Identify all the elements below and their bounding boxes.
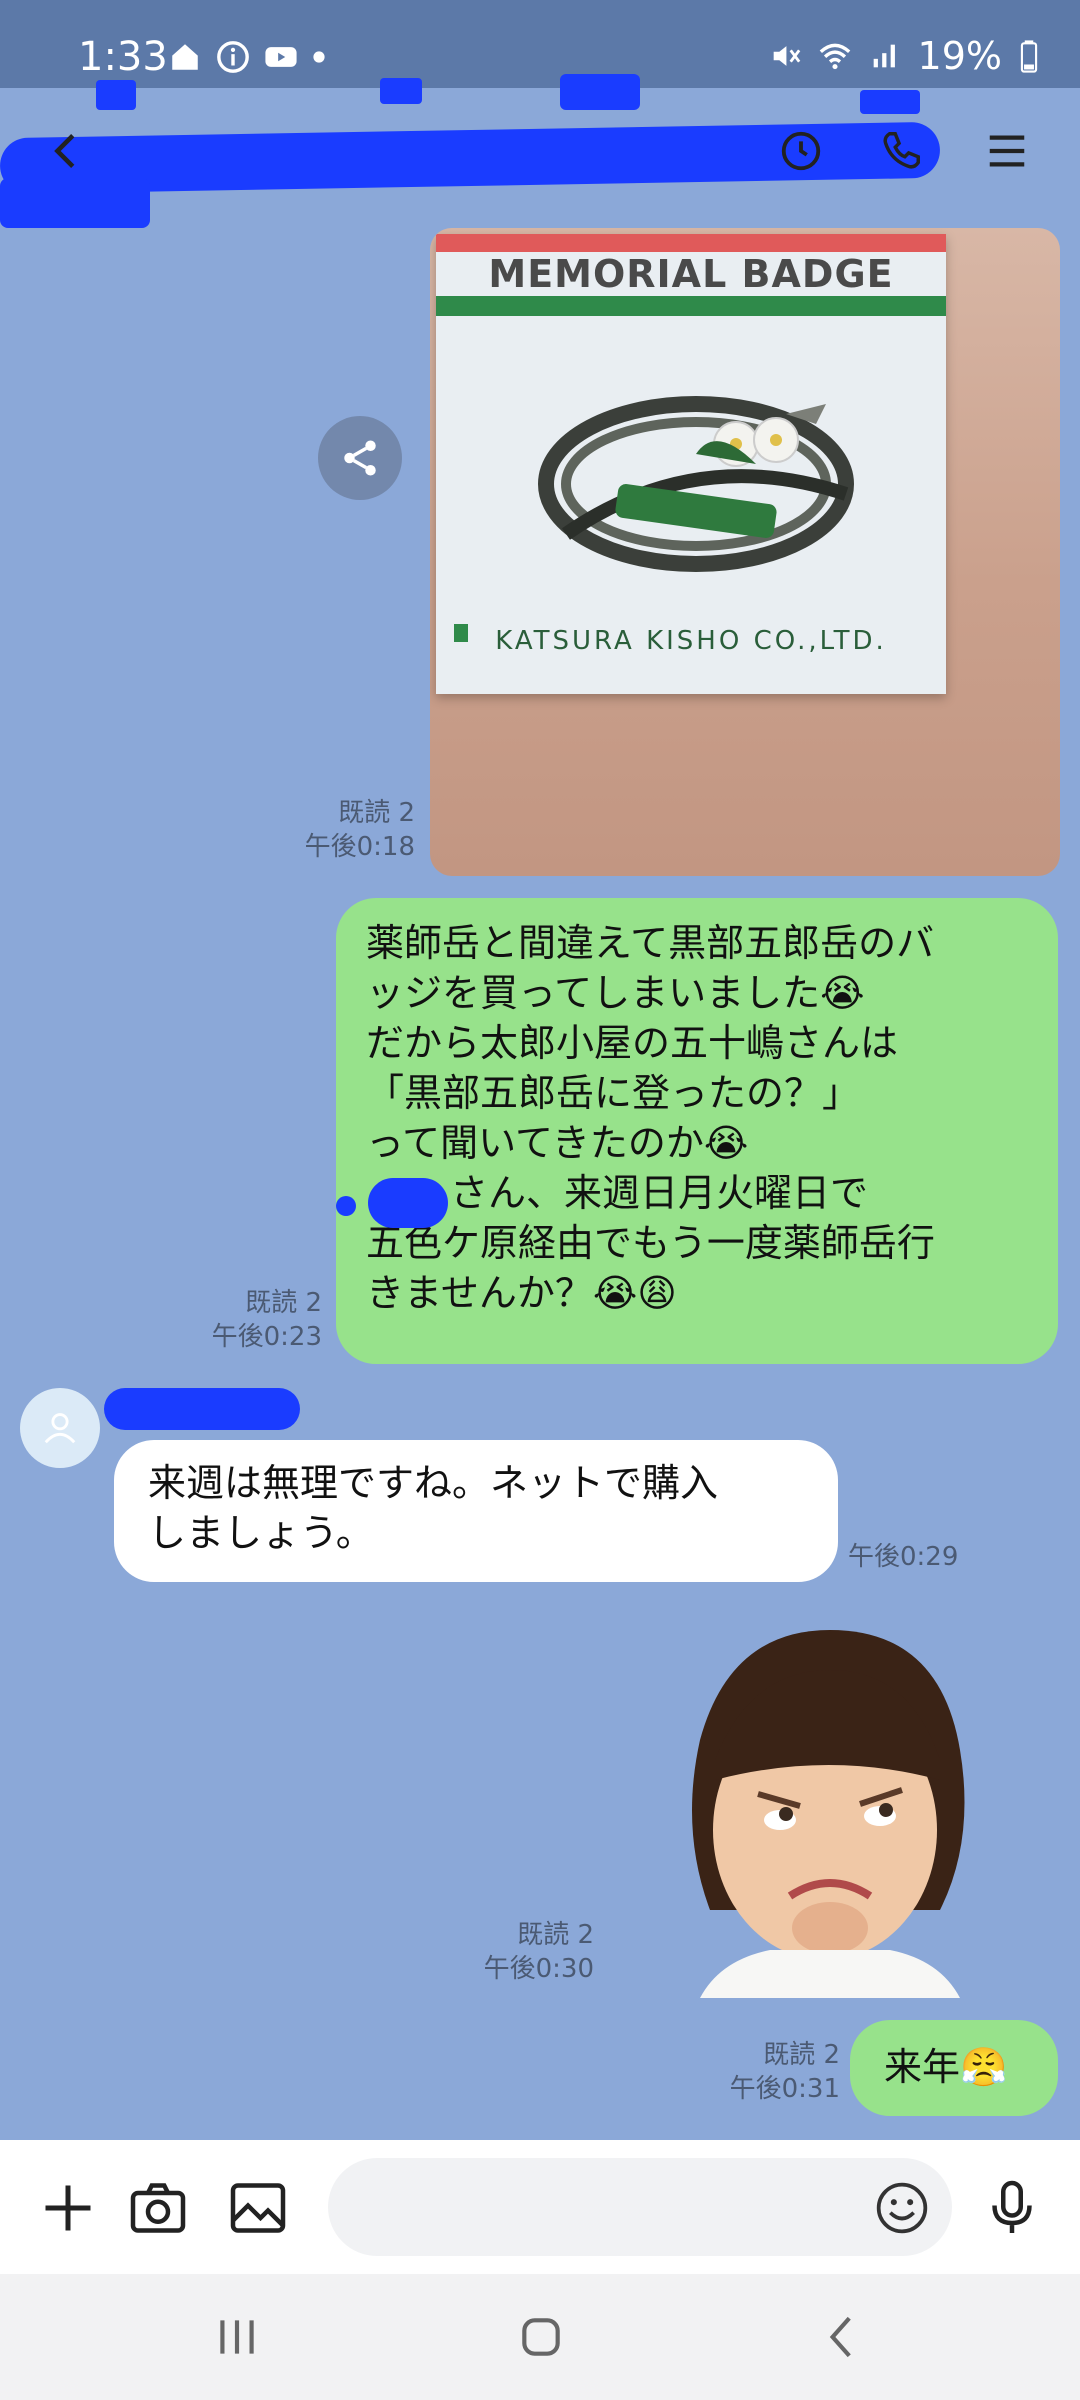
status-bar: 1:33 19% [0,0,1080,88]
redaction-mark [560,74,640,110]
share-button[interactable] [318,416,402,500]
chat-bubble-outgoing[interactable]: 来年😤 [850,2020,1058,2116]
badge-title: MEMORIAL BADGE [488,252,894,296]
message-time: 午後0:31 [729,2074,840,2104]
message-read-status: 既読 2 [245,1288,322,1318]
status-icons-left [168,40,326,74]
message-text-line: 五色ケ原経由でもう一度薬師岳行 [366,1221,935,1265]
message-text-line: 来週は無理ですね。ネットで購入 [148,1461,719,1505]
photo-message[interactable]: MEMORIAL BADGE KATSURA KISHO CO.,LTD. [430,228,1060,876]
badge-package: MEMORIAL BADGE KATSURA KISHO CO.,LTD. [436,234,946,694]
back-chevron-icon[interactable] [44,128,90,174]
memorial-badge-pin [538,396,854,572]
avatar[interactable] [20,1388,100,1468]
info-icon [217,41,249,73]
message-input-bar [0,2140,1080,2274]
message-text-line: ッジを買ってしまいました😭 [366,971,865,1015]
message-time: 午後0:18 [304,832,415,862]
message-text-line: 「黒部五郎岳に登ったの？」 [366,1071,861,1115]
menu-icon[interactable] [984,128,1030,174]
recent-apps-icon[interactable] [212,2312,262,2362]
battery-percent: 19% [917,34,1002,78]
message-text-line: って聞いてきたのか😭 [366,1121,749,1165]
mute-icon [773,46,800,66]
redaction-mark [368,1178,448,1228]
status-icons-right: 19% [768,34,1040,78]
message-text-line: きませんか？😭😩 [366,1271,677,1315]
home-button-icon[interactable] [516,2312,566,2362]
badge-band [436,234,946,252]
badge-band [436,296,946,316]
message-text-line: だから太郎小屋の五十嶋さんは [366,1021,899,1065]
wifi-icon [819,43,850,70]
message-input[interactable] [328,2158,952,2256]
home-icon [172,44,198,70]
signal-icon [873,44,895,68]
message-read-status: 既読 2 [338,798,415,828]
message-text-line: さん、来週日月火曜日で [450,1171,869,1215]
image-icon[interactable] [228,2178,288,2238]
pouting-girl-sticker[interactable] [640,1610,1000,1998]
redaction-mark [96,80,136,110]
status-time: 1:33 [78,34,168,80]
message-text-line: 薬師岳と間違えて黒部五郎岳のバ [366,921,935,965]
youtube-icon [265,47,297,67]
chat-bubble-incoming[interactable]: 来週は無理ですね。ネットで購入 しましょう。 [114,1440,838,1582]
mic-icon[interactable] [982,2178,1042,2238]
back-icon[interactable] [818,2312,868,2362]
phone-icon[interactable] [878,128,924,174]
redaction-mark [380,78,422,104]
dot-icon [313,51,325,63]
badge-footer: KATSURA KISHO CO.,LTD. [495,626,887,656]
camera-icon[interactable] [128,2178,188,2238]
plus-icon[interactable] [38,2178,98,2238]
redaction-mark [860,90,920,114]
message-time: 午後0:30 [483,1954,594,1984]
redaction-mark [336,1196,356,1216]
chat-bubble-outgoing[interactable]: 薬師岳と間違えて黒部五郎岳のバ ッジを買ってしまいました😭 だから太郎小屋の五十… [336,898,1058,1364]
message-read-status: 既読 2 [517,1920,594,1950]
system-nav-bar [0,2274,1080,2400]
clock-icon[interactable] [778,128,824,174]
message-text-line: 来年😤 [884,2045,1008,2089]
battery-icon [1020,40,1038,73]
message-text-line: しましょう。 [148,1511,374,1555]
emoji-icon[interactable] [874,2180,930,2236]
sender-name-redacted [104,1388,300,1430]
message-read-status: 既読 2 [763,2040,840,2070]
share-icon [344,440,376,476]
redaction-mark [0,178,150,228]
message-time: 午後0:29 [848,1542,959,1572]
message-time: 午後0:23 [211,1322,322,1352]
user-icon [44,1413,76,1444]
